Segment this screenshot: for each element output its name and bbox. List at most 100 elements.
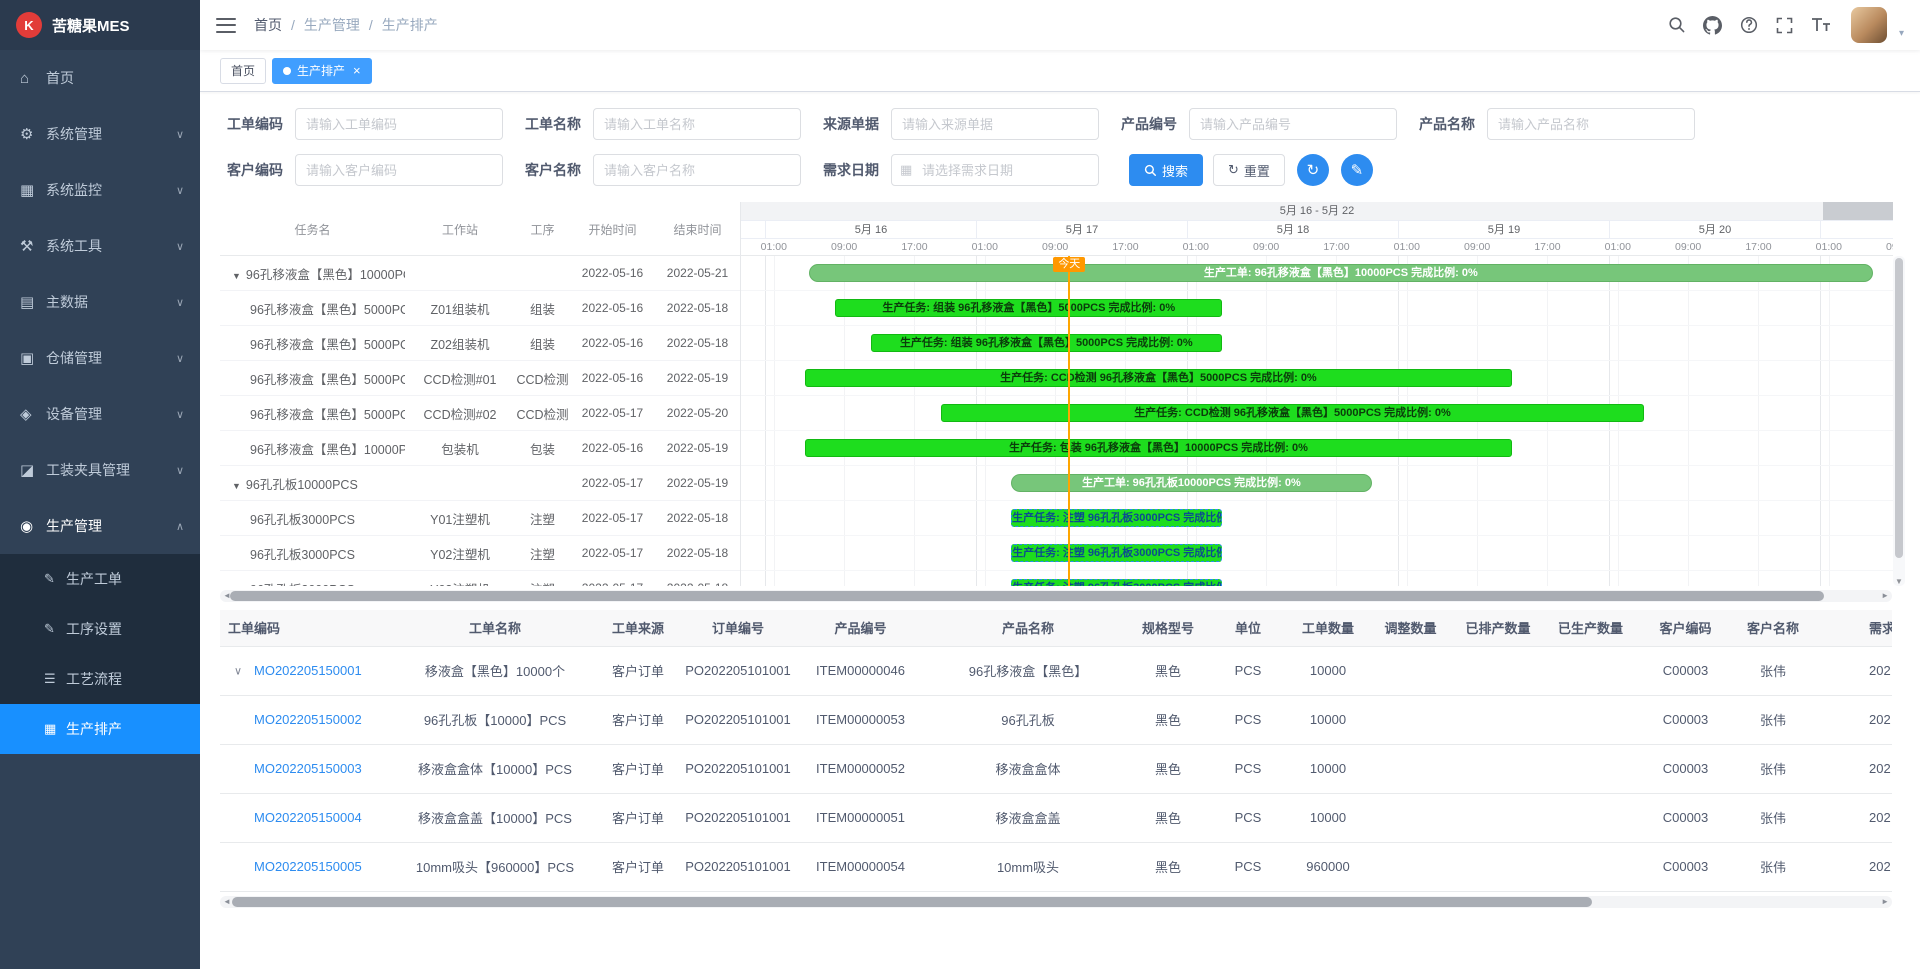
process-cell: 注塑 bbox=[515, 544, 570, 563]
sidebar-item-work-order[interactable]: ✎生产工单 bbox=[0, 554, 200, 604]
content: 工单编码工单名称来源单据产品编号产品名称 客户编码客户名称需求日期▦ 搜索 ↻ … bbox=[200, 92, 1920, 908]
gantt-task-bar[interactable]: 生产任务: CCD检测 96孔移液盒【黑色】5000PCS 完成比例: 0% bbox=[941, 404, 1644, 422]
filter-input[interactable] bbox=[295, 154, 503, 186]
sync-icon: ↻ bbox=[1307, 161, 1320, 179]
scroll-right-icon[interactable]: ► bbox=[1881, 590, 1889, 602]
collapse-icon[interactable] bbox=[232, 481, 241, 491]
gantt-order-bar[interactable]: 生产工单: 96孔孔板10000PCS 完成比例: 0% bbox=[1011, 474, 1371, 492]
table-hscrollbar-thumb[interactable] bbox=[232, 897, 1592, 907]
sidebar-item-warehouse[interactable]: ▣仓储管理∨ bbox=[0, 330, 200, 386]
font-size-icon[interactable] bbox=[1809, 13, 1833, 37]
sidebar-item-process-setting[interactable]: ✎工序设置 bbox=[0, 604, 200, 654]
reset-button[interactable]: ↻ 重置 bbox=[1213, 154, 1285, 186]
gantt-task-bar[interactable]: 生产任务: 组装 96孔移液盒【黑色】5000PCS 完成比例: 0% bbox=[871, 334, 1223, 352]
cell: PCS bbox=[1208, 646, 1288, 695]
gantt-task-bar[interactable]: 生产任务: 包装 96孔移液盒【黑色】10000PCS 完成比例: 0% bbox=[805, 439, 1513, 457]
gantt-task-row[interactable]: 96孔移液盒【黑色】5000PCSZ01组装机组装2022-05-162022-… bbox=[220, 291, 740, 326]
grid-line-hour bbox=[1829, 256, 1830, 586]
filter-input[interactable] bbox=[593, 108, 801, 140]
work-order-link[interactable]: MO202205150001 bbox=[254, 663, 362, 678]
grid-row-line bbox=[741, 430, 1893, 431]
sidebar-item-fixture[interactable]: ◪工装夹具管理∨ bbox=[0, 442, 200, 498]
sidebar-toggle-icon[interactable] bbox=[216, 18, 236, 33]
gantt-task-bar[interactable]: 生产任务: 注塑 96孔孔板3000PCS 完成比例: 0% bbox=[1011, 579, 1222, 586]
gantt-range-header: 5月 16 - 5月 22 bbox=[741, 202, 1893, 220]
table-horizontal-scrollbar[interactable]: ◄ ► bbox=[220, 896, 1892, 908]
scroll-down-icon[interactable]: ▼ bbox=[1893, 577, 1905, 586]
work-order-link[interactable]: MO202205150002 bbox=[254, 712, 362, 727]
tab-home[interactable]: 首页 bbox=[220, 58, 266, 84]
sidebar-item-equipment[interactable]: ◈设备管理∨ bbox=[0, 386, 200, 442]
app-logo[interactable]: K 苦糖果MES bbox=[0, 0, 200, 50]
gantt-task-bar[interactable]: 生产任务: 组装 96孔移液盒【黑色】5000PCS 完成比例: 0% bbox=[835, 299, 1222, 317]
sidebar-item-process-flow[interactable]: ☰工艺流程 bbox=[0, 654, 200, 704]
gantt-horizontal-scrollbar[interactable]: ◄ ► bbox=[220, 590, 1892, 602]
workstation-cell: Z01组装机 bbox=[405, 299, 515, 318]
filter-input[interactable] bbox=[1487, 108, 1695, 140]
breadcrumb-item[interactable]: 生产管理 bbox=[304, 15, 360, 35]
work-order-link[interactable]: MO202205150003 bbox=[254, 761, 362, 776]
gantt-task-row[interactable]: 96孔孔板3000PCSY01注塑机注塑2022-05-172022-05-18 bbox=[220, 501, 740, 536]
gantt-task-row[interactable]: 96孔移液盒【黑色】5000PCSZ02组装机组装2022-05-162022-… bbox=[220, 326, 740, 361]
gantt-task-row[interactable]: 96孔移液盒【黑色】10000PCS2022-05-162022-05-21 bbox=[220, 256, 740, 291]
gantt-column-header: 工作站 bbox=[405, 202, 515, 256]
cell: PCS bbox=[1208, 744, 1288, 793]
tab-scheduling[interactable]: 生产排产× bbox=[272, 58, 372, 84]
task-name-label: 96孔移液盒【黑色】5000PCS bbox=[250, 408, 405, 422]
gantt-task-row[interactable]: 96孔孔板10000PCS2022-05-172022-05-19 bbox=[220, 466, 740, 501]
cell: 10000 bbox=[1288, 695, 1368, 744]
search-icon[interactable] bbox=[1665, 13, 1689, 37]
sidebar-item-home[interactable]: ⌂首页 bbox=[0, 50, 200, 106]
collapse-icon[interactable] bbox=[232, 271, 241, 281]
sidebar-item-master-data[interactable]: ▤主数据∨ bbox=[0, 274, 200, 330]
gantt-task-bar[interactable]: 生产任务: 注塑 96孔孔板3000PCS 完成比例: 0% bbox=[1011, 544, 1222, 562]
gantt-task-bar[interactable]: 生产任务: 注塑 96孔孔板3000PCS 完成比例: 0% bbox=[1011, 509, 1222, 527]
filter-input[interactable] bbox=[593, 154, 801, 186]
work-order-link[interactable]: MO202205150005 bbox=[254, 859, 362, 874]
grid-row-line bbox=[741, 500, 1893, 501]
edit-button[interactable]: ✎ bbox=[1341, 154, 1373, 186]
search-button[interactable]: 搜索 bbox=[1129, 154, 1203, 186]
github-icon[interactable] bbox=[1701, 13, 1725, 37]
cell: 960000 bbox=[1288, 842, 1368, 891]
sidebar-item-system-tools[interactable]: ⚒系统工具∨ bbox=[0, 218, 200, 274]
refresh-button[interactable]: ↻ bbox=[1297, 154, 1329, 186]
sidebar-item-system-monitor[interactable]: ▦系统监控∨ bbox=[0, 162, 200, 218]
close-icon[interactable]: × bbox=[353, 64, 361, 77]
gantt-day-label: 5月 16 bbox=[765, 221, 976, 239]
caret-down-icon[interactable]: ▾ bbox=[1899, 28, 1904, 39]
breadcrumb: 首页/生产管理/生产排产 bbox=[254, 15, 438, 35]
scroll-left-icon[interactable]: ◄ bbox=[223, 896, 231, 908]
gantt-order-bar[interactable]: 生产工单: 96孔移液盒【黑色】10000PCS 完成比例: 0% bbox=[809, 264, 1873, 282]
work-order-link[interactable]: MO202205150004 bbox=[254, 810, 362, 825]
column-header: 调整数量 bbox=[1368, 610, 1453, 646]
expand-row-icon[interactable]: ∨ bbox=[234, 664, 242, 677]
breadcrumb-item: 生产排产 bbox=[382, 15, 438, 35]
gantt-task-row[interactable]: 96孔孔板3000PCSY03注塑机注塑2022-05-172022-05-18 bbox=[220, 571, 740, 586]
gantt-vscrollbar-thumb[interactable] bbox=[1895, 258, 1903, 558]
filter-input[interactable] bbox=[891, 108, 1099, 140]
gantt-hscrollbar-thumb[interactable] bbox=[230, 591, 1824, 601]
gantt-task-row[interactable]: 96孔孔板3000PCSY02注塑机注塑2022-05-172022-05-18 bbox=[220, 536, 740, 571]
gantt-task-row[interactable]: 96孔移液盒【黑色】5000PCSCCD检测#02CCD检测2022-05-17… bbox=[220, 396, 740, 431]
avatar[interactable] bbox=[1851, 7, 1887, 43]
filter-input[interactable] bbox=[295, 108, 503, 140]
gantt-vertical-scrollbar[interactable]: ▼ bbox=[1893, 256, 1905, 586]
task-name-label: 96孔孔板3000PCS bbox=[250, 583, 355, 587]
gantt-task-row[interactable]: 96孔移液盒【黑色】10000PCS包装机包装2022-05-162022-05… bbox=[220, 431, 740, 466]
gantt-task-row[interactable]: 96孔移液盒【黑色】5000PCSCCD检测#01CCD检测2022-05-16… bbox=[220, 361, 740, 396]
breadcrumb-item[interactable]: 首页 bbox=[254, 15, 282, 35]
start-time-cell: 2022-05-17 bbox=[570, 581, 655, 586]
help-icon[interactable] bbox=[1737, 13, 1761, 37]
sidebar-item-scheduling[interactable]: ▦生产排产 bbox=[0, 704, 200, 754]
gantt-task-bar[interactable]: 生产任务: CCD检测 96孔移液盒【黑色】5000PCS 完成比例: 0% bbox=[805, 369, 1513, 387]
filter-input[interactable] bbox=[1189, 108, 1397, 140]
scroll-right-icon[interactable]: ► bbox=[1881, 896, 1889, 908]
sidebar-item-system-management[interactable]: ⚙系统管理∨ bbox=[0, 106, 200, 162]
gantt-range-scrollbar[interactable] bbox=[1823, 202, 1893, 220]
fullscreen-icon[interactable] bbox=[1773, 13, 1797, 37]
demand-date-input[interactable] bbox=[891, 154, 1099, 186]
sidebar-item-production[interactable]: ◉生产管理∧ bbox=[0, 498, 200, 554]
filter-field: 工单名称 bbox=[525, 108, 801, 140]
breadcrumb-separator: / bbox=[291, 17, 295, 33]
